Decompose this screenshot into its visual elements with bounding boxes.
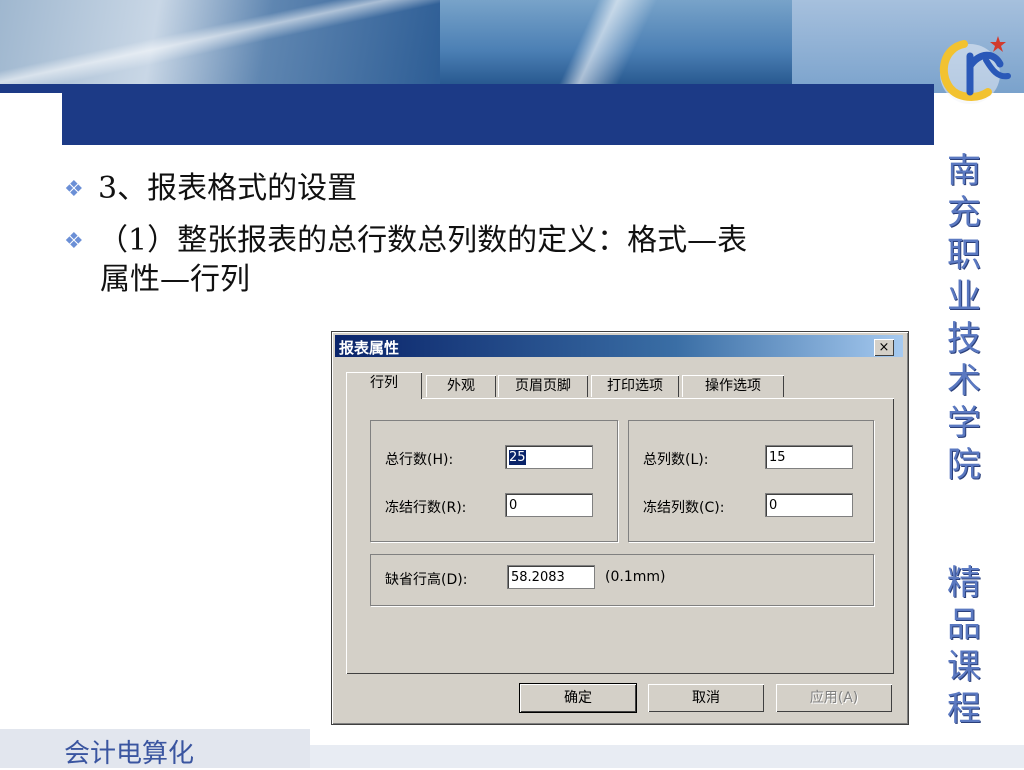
rows-group: 总行数(H): 25 冻结行数(R): 0 [370, 420, 618, 542]
banner-image-middle [440, 0, 792, 93]
college-name-vertical: 南 充 职 业 技 术 学 院 [944, 150, 984, 486]
college-name-char: 充 [947, 193, 981, 233]
total-rows-input[interactable]: 25 [505, 445, 593, 469]
bullet-text: （1）整张报表的总行数总列数的定义：格式—表 [98, 223, 748, 258]
dialog-titlebar[interactable]: 报表属性 [335, 335, 903, 357]
default-row-height-input[interactable]: 58.2083 [507, 565, 595, 589]
header-banner [0, 0, 1024, 145]
dialog-title: 报表属性 [339, 339, 400, 357]
college-name-char: 技 [947, 319, 981, 359]
banner-navy-bar [62, 93, 934, 145]
college-name-char: 职 [947, 235, 981, 275]
college-name-char: 院 [947, 445, 981, 485]
diamond-bullet-icon: ❖ [64, 229, 84, 254]
course-label-vertical: 精 品 课 程 [944, 562, 984, 730]
row-height-group: 缺省行高(D): 58.2083 (0.1mm) [370, 554, 874, 606]
course-label-char: 品 [947, 605, 981, 645]
diamond-bullet-icon: ❖ [64, 177, 84, 202]
columns-group: 总列数(L): 15 冻结列数(C): 0 [628, 420, 874, 542]
college-logo-icon [936, 30, 1016, 112]
default-row-height-label: 缺省行高(D): [385, 572, 468, 588]
bullet-text-continuation: 属性—行列 [100, 262, 250, 297]
college-name-char: 业 [947, 277, 981, 317]
frozen-rows-label: 冻结行数(R): [385, 500, 467, 516]
tab-appearance[interactable]: 外观 [426, 375, 496, 397]
report-properties-dialog: 报表属性 × 行列 外观 页眉页脚 打印选项 操作选项 总行数(H): 25 冻… [331, 331, 909, 725]
total-rows-label: 总行数(H): [385, 452, 454, 468]
apply-button[interactable]: 应用(A) [776, 684, 892, 712]
college-name-char: 学 [947, 403, 981, 443]
tab-operation-options[interactable]: 操作选项 [682, 375, 784, 397]
tab-header-footer[interactable]: 页眉页脚 [498, 375, 588, 397]
tab-panel-rows-columns: 总行数(H): 25 冻结行数(R): 0 总列数(L): 15 冻结列数(C)… [346, 398, 894, 674]
frozen-cols-input[interactable]: 0 [765, 493, 853, 517]
frozen-cols-label: 冻结列数(C): [643, 500, 725, 516]
total-cols-label: 总列数(L): [643, 452, 709, 468]
frozen-rows-input[interactable]: 0 [505, 493, 593, 517]
banner-navy-stripe [0, 84, 934, 93]
footer: 会计电算化 [0, 723, 1024, 769]
bullet-text: 3、报表格式的设置 [98, 171, 358, 206]
banner-left-notch [0, 93, 62, 145]
row-height-unit: (0.1mm) [605, 569, 666, 585]
course-name: 会计电算化 [64, 739, 195, 769]
course-label-char: 课 [947, 647, 981, 687]
total-rows-value: 25 [509, 450, 526, 465]
ok-button[interactable]: 确定 [519, 683, 637, 713]
cancel-button[interactable]: 取消 [648, 684, 764, 712]
tab-rows-columns[interactable]: 行列 [346, 372, 422, 399]
bullet-item: ❖ 3、报表格式的设置 [64, 170, 357, 209]
college-name-char: 术 [947, 361, 981, 401]
total-cols-input[interactable]: 15 [765, 445, 853, 469]
close-button[interactable]: × [874, 339, 894, 356]
college-name-char: 南 [947, 151, 981, 191]
tab-print-options[interactable]: 打印选项 [591, 375, 679, 397]
bullet-item: ❖ （1）整张报表的总行数总列数的定义：格式—表 属性—行列 [64, 222, 944, 299]
course-label-char: 精 [947, 563, 981, 603]
banner-image-left [0, 0, 440, 93]
